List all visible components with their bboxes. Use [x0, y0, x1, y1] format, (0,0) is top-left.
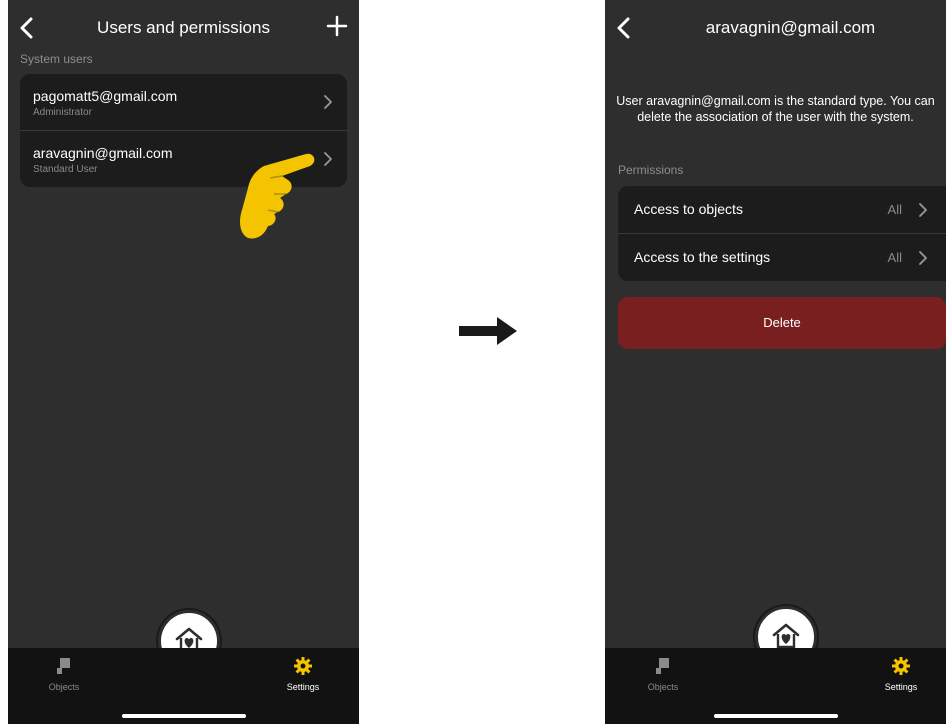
- objects-icon: [656, 658, 669, 674]
- delete-button[interactable]: Delete: [618, 297, 946, 349]
- permission-label: Access to the settings: [634, 249, 771, 265]
- add-user-button[interactable]: [325, 14, 349, 38]
- page-title: Users and permissions: [97, 18, 270, 37]
- section-label-system-users: System users: [20, 52, 93, 66]
- tab-label: Settings: [286, 682, 320, 692]
- pointing-hand-icon: [240, 153, 315, 239]
- tab-settings[interactable]: Settings: [263, 656, 343, 692]
- gear-icon: [294, 657, 312, 675]
- user-email: aravagnin@gmail.com: [33, 145, 173, 161]
- users-screen: Users and permissions System users pagom…: [8, 0, 359, 724]
- permission-value: All: [887, 202, 902, 217]
- tab-objects[interactable]: Objects: [623, 656, 703, 692]
- user-row-pagomatt5[interactable]: pagomatt5@gmail.com Administrator: [20, 74, 347, 130]
- tab-settings[interactable]: Settings: [861, 656, 941, 692]
- user-email: pagomatt5@gmail.com: [33, 88, 178, 104]
- arrow-right-icon: [459, 317, 517, 345]
- chevron-right-icon: [919, 251, 927, 265]
- user-description: User aravagnin@gmail.com is the standard…: [616, 94, 935, 124]
- tab-bar: Objects Settings: [8, 648, 359, 724]
- section-label-permissions: Permissions: [618, 163, 684, 177]
- chevron-right-icon: [324, 95, 332, 109]
- navbar: aravagnin@gmail.com: [605, 0, 946, 60]
- objects-icon: [57, 658, 70, 674]
- home-indicator: [713, 714, 838, 718]
- tab-label: Settings: [884, 682, 918, 692]
- tab-objects[interactable]: Objects: [24, 656, 104, 692]
- user-role: Administrator: [33, 107, 92, 118]
- page-title: aravagnin@gmail.com: [705, 18, 876, 37]
- gear-icon: [892, 657, 910, 675]
- chevron-right-icon: [919, 203, 927, 217]
- user-detail-screen: aravagnin@gmail.com User aravagnin@gmail…: [605, 0, 946, 724]
- permission-row-settings[interactable]: Access to the settings All: [618, 233, 946, 281]
- permission-label: Access to objects: [634, 201, 743, 217]
- user-role: Standard User: [33, 164, 98, 175]
- permissions-list: Access to objects All Access to the sett…: [618, 186, 946, 281]
- tab-label: Objects: [647, 682, 679, 692]
- tab-bar: Objects Settings: [605, 648, 946, 724]
- permission-row-objects[interactable]: Access to objects All: [618, 186, 946, 233]
- chevron-right-icon: [324, 152, 332, 166]
- navbar: Users and permissions: [8, 0, 359, 60]
- permission-value: All: [887, 250, 902, 265]
- tab-label: Objects: [48, 682, 80, 692]
- home-indicator: [121, 714, 246, 718]
- plus-icon: [326, 15, 348, 37]
